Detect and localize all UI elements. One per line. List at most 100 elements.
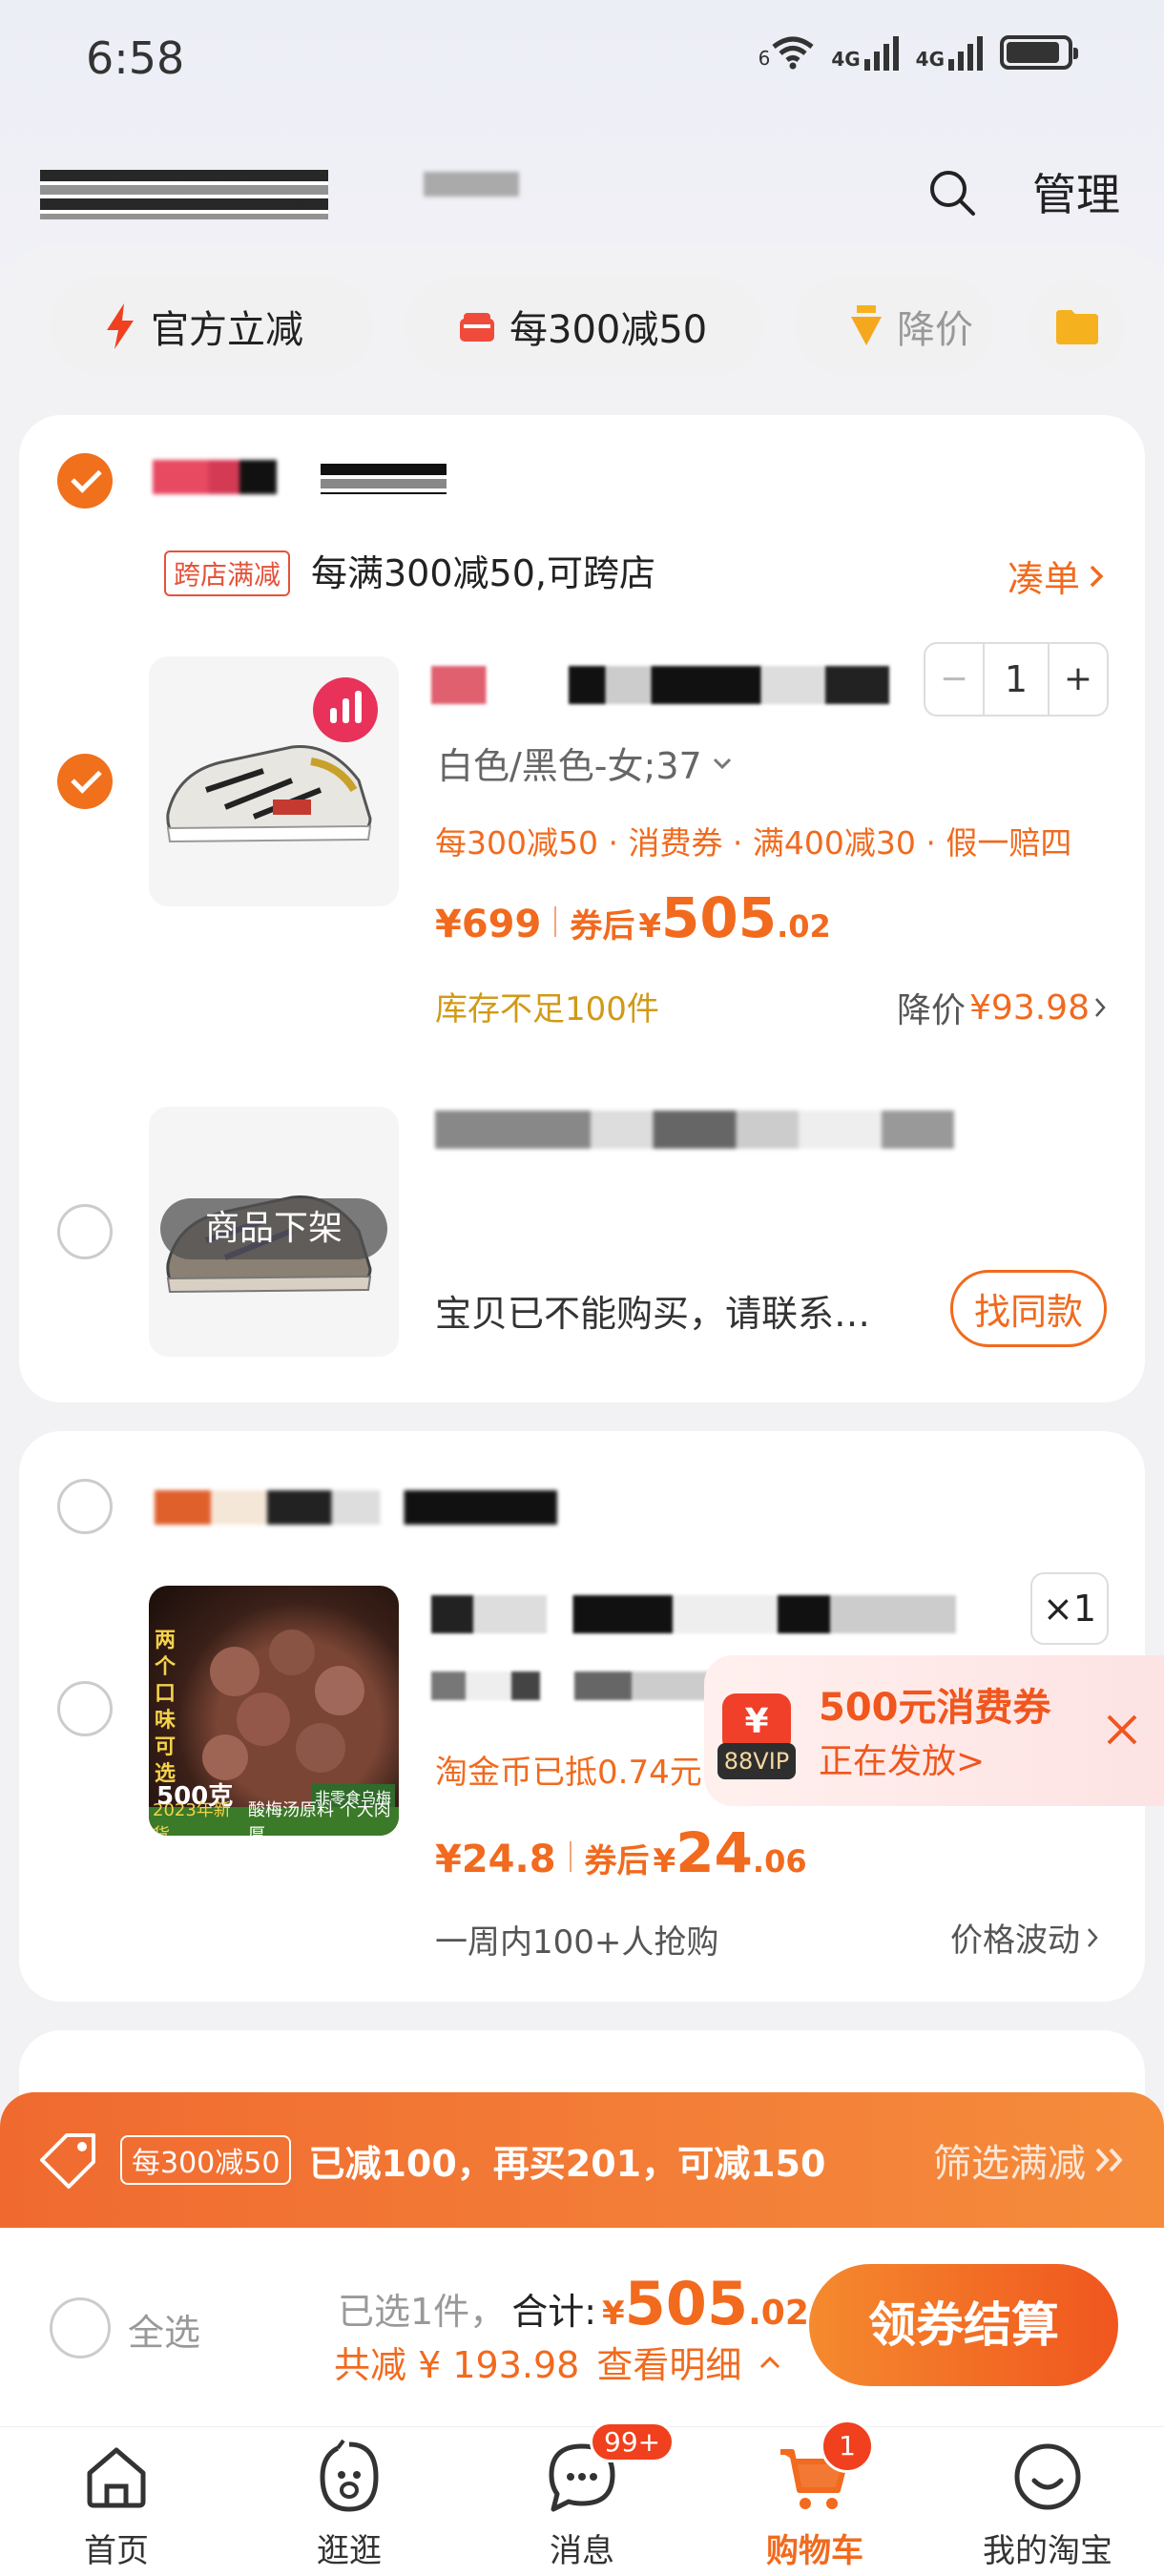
total-symbol: ¥	[602, 2295, 625, 2333]
store-2-item-spec-redacted	[431, 1672, 717, 1700]
combine-label: 凑单	[1008, 558, 1081, 600]
tab-messages[interactable]: 消息 99+	[466, 2421, 698, 2576]
thumb-desc: 酸梅汤原料 个大肉厚	[248, 1800, 391, 1836]
store-2-item-checkbox[interactable]	[57, 1681, 113, 1736]
item-1-promos: 每300减50 · 消费券 · 满400减30 · 假一赔四	[435, 824, 1072, 862]
tab-browse[interactable]: 逛逛	[233, 2427, 466, 2576]
cross-store-text: 每满300减50,可跨店	[311, 552, 655, 594]
browse-face-icon	[320, 2439, 379, 2512]
select-all-label[interactable]: 全选	[128, 2303, 200, 2356]
store-2-name-redacted	[155, 1490, 557, 1525]
delisted-overlay: 商品下架	[160, 1198, 387, 1259]
store-2-price-row: ¥24.8 券后 ¥ 24 .06	[435, 1820, 807, 1885]
chart-badge-icon[interactable]	[313, 677, 378, 742]
chevron-down-icon	[713, 758, 731, 769]
selected-count: 已选1件，	[338, 2291, 507, 2333]
after-coupon-symbol: ¥	[638, 907, 661, 945]
total-int: 505	[624, 2269, 749, 2338]
item-1-checkbox[interactable]	[57, 754, 113, 809]
tab-label: 消息	[550, 2532, 614, 2570]
search-icon[interactable]	[927, 168, 977, 218]
cell-signal-icon-2: 4G	[916, 34, 983, 71]
coupon-title: 500元消费券	[819, 1686, 1051, 1730]
coin-deduction: 淘金币已抵0.74元	[435, 1754, 702, 1792]
item-1-title-redacted	[431, 666, 889, 704]
sku-selector[interactable]: 白色/黑色-女;37	[437, 737, 733, 789]
vip-badge: 88VIP	[717, 1743, 796, 1779]
item-1-price-row: ¥699 券后 ¥ 505 .02	[435, 885, 831, 950]
quantity-badge[interactable]: ×1	[1030, 1572, 1109, 1645]
after-coupon-dec: .06	[752, 1843, 807, 1880]
tab-my-taobao[interactable]: 我的淘宝	[931, 2427, 1164, 2576]
shop-title-redacted	[40, 170, 328, 219]
tab-home[interactable]: 首页	[0, 2427, 233, 2576]
cart-badge: 1	[821, 2420, 874, 2473]
after-coupon-int: 505	[661, 885, 778, 950]
item-1-thumbnail[interactable]	[149, 656, 399, 906]
saved-row[interactable]: 共减 ¥ 193.98 查看明细	[334, 2336, 781, 2388]
chevron-right-icon	[1088, 1927, 1098, 1947]
select-all-checkbox[interactable]	[50, 2297, 111, 2358]
price-drop-link[interactable]: 降价 ¥93.98	[897, 983, 1107, 1032]
cell-label-2: 4G	[915, 48, 945, 71]
chip-300-minus-50[interactable]: 每300减50	[405, 277, 763, 376]
status-icons: 6 4G 4G	[759, 34, 1078, 71]
store-2-checkbox[interactable]	[57, 1479, 113, 1534]
tab-label: 我的淘宝	[983, 2532, 1112, 2570]
quantity-value[interactable]: 1	[983, 644, 1050, 715]
promo-tag: 每300减50	[120, 2135, 292, 2185]
item-1-price: ¥699	[435, 903, 542, 946]
total-row: 已选1件， 合计: ¥ 505 .02	[338, 2269, 809, 2338]
store-1-name-redacted	[321, 464, 447, 494]
stock-warning: 库存不足100件	[435, 990, 659, 1028]
chip-label: 官方立减	[151, 308, 303, 352]
chevron-up-icon	[760, 2356, 780, 2368]
item-2-checkbox[interactable]	[57, 1204, 113, 1259]
total-label: 合计:	[511, 2291, 596, 2333]
manage-button[interactable]: 管理	[1032, 160, 1120, 223]
item-2-thumbnail[interactable]: 商品下架	[149, 1107, 399, 1357]
bottom-tab-bar: 首页 逛逛 消息 99+ 购物车 1 我的淘宝	[0, 2420, 1164, 2576]
chip-label: 每300减50	[509, 308, 708, 352]
tab-label: 首页	[84, 2532, 149, 2570]
price-tag-icon	[40, 2133, 95, 2189]
after-coupon-dec: .02	[777, 908, 831, 945]
chip-price-drop[interactable]: 降价	[794, 277, 994, 376]
coupon-icon: ¥ 88VIP	[717, 1693, 796, 1779]
tab-label: 购物车	[766, 2532, 863, 2570]
unavailable-notice: 宝贝已不能购买，请联系…	[435, 1293, 871, 1335]
item-2-title-redacted	[435, 1111, 954, 1149]
after-coupon-label: 券后	[584, 1842, 650, 1880]
chip-official-discount[interactable]: 官方立减	[50, 277, 374, 376]
thumb-year: 2023年新货	[153, 1800, 231, 1836]
tab-cart[interactable]: 购物车 1	[698, 2420, 931, 2576]
store-2-item-thumbnail[interactable]: 两个口味可选 500克 非零食乌梅 2023年新货 酸梅汤原料 个大肉厚	[149, 1586, 399, 1836]
checkout-button[interactable]: 领券结算	[809, 2264, 1118, 2386]
saved-amount: 共减 ¥ 193.98	[334, 2344, 580, 2386]
price-trend-label: 价格波动	[950, 1922, 1080, 1960]
close-icon[interactable]	[1103, 1711, 1141, 1749]
quantity-stepper[interactable]: − 1 +	[924, 642, 1109, 717]
price-trend-link[interactable]: 价格波动	[950, 1914, 1099, 1961]
wifi-icon: 6	[759, 35, 815, 70]
increment-button[interactable]: +	[1050, 644, 1107, 715]
cross-store-tag: 跨店满减	[164, 551, 291, 596]
filter-discount-link[interactable]: 筛选满减	[933, 2132, 1086, 2188]
combine-order-link[interactable]: 凑单	[1008, 550, 1105, 602]
smile-face-icon	[1014, 2443, 1081, 2510]
status-time: 6:58	[86, 32, 185, 84]
after-coupon-label: 券后	[570, 907, 635, 945]
filter-chips: 官方立减 每300减50 降价	[50, 277, 994, 376]
thumb-side-text: 两个口味可选	[155, 1629, 177, 1786]
consumer-coupon-popup[interactable]: ¥ 88VIP 500元消费券 正在发放>	[704, 1655, 1164, 1806]
find-similar-button[interactable]: 找同款	[950, 1270, 1108, 1347]
store-1-checkbox[interactable]	[57, 453, 113, 509]
tab-label: 逛逛	[317, 2532, 382, 2570]
price-drop-amount: ¥93.98	[969, 987, 1090, 1028]
address-redacted	[424, 172, 519, 197]
decrement-button[interactable]: −	[925, 644, 983, 715]
promo-bar[interactable]: 每300减50 已减100，再买201，可减150 筛选满减	[0, 2092, 1164, 2228]
home-icon	[87, 2447, 146, 2508]
cell-label-1: 4G	[831, 48, 861, 71]
folder-button[interactable]	[1029, 279, 1126, 376]
